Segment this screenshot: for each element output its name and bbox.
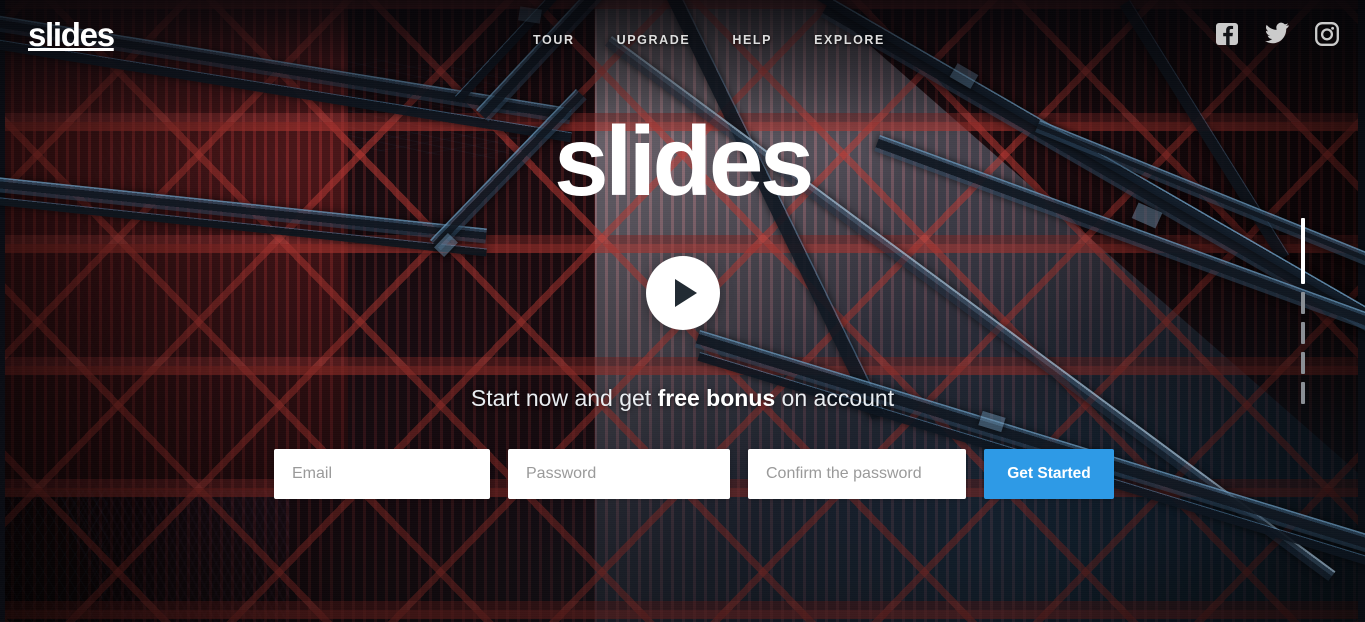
slide-indicator-tick[interactable] [1301, 322, 1305, 344]
page-title: slides [554, 106, 814, 216]
slide-indicator-tick-active[interactable] [1301, 218, 1305, 284]
slide-indicator-tick[interactable] [1301, 352, 1305, 374]
nav-link-help[interactable]: HELP [732, 29, 772, 51]
slide-indicator-tick[interactable] [1301, 382, 1305, 404]
top-navigation-bar: slides TOUR UPGRADE HELP EXPLORE [0, 0, 1365, 72]
facebook-icon[interactable] [1215, 22, 1239, 46]
play-icon [675, 279, 697, 307]
social-links [1215, 22, 1339, 46]
nav-link-explore[interactable]: EXPLORE [814, 29, 885, 51]
hero-section: slides TOUR UPGRADE HELP EXPLORE slides … [0, 0, 1365, 622]
instagram-icon[interactable] [1315, 22, 1339, 46]
site-logo[interactable]: slides [28, 18, 115, 51]
play-video-button[interactable] [646, 256, 720, 330]
hero-tagline: Start now and get free bonus on account [0, 385, 1365, 412]
tagline-text-after: on account [775, 385, 895, 411]
nav-link-tour[interactable]: TOUR [533, 29, 575, 51]
nav-link-upgrade[interactable]: UPGRADE [617, 29, 691, 51]
get-started-button[interactable]: Get Started [984, 449, 1114, 499]
slide-indicator-tick[interactable] [1301, 292, 1305, 314]
tagline-text-before: Start now and get [470, 385, 658, 411]
password-input[interactable] [508, 449, 730, 499]
main-nav: TOUR UPGRADE HELP EXPLORE [533, 29, 885, 51]
tagline-text-highlight: free bonus [657, 385, 776, 411]
slide-indicator[interactable] [1301, 218, 1305, 412]
signup-form: Get Started [274, 449, 1114, 499]
confirm-password-input[interactable] [748, 449, 966, 499]
twitter-icon[interactable] [1265, 22, 1289, 46]
email-input[interactable] [274, 449, 490, 499]
